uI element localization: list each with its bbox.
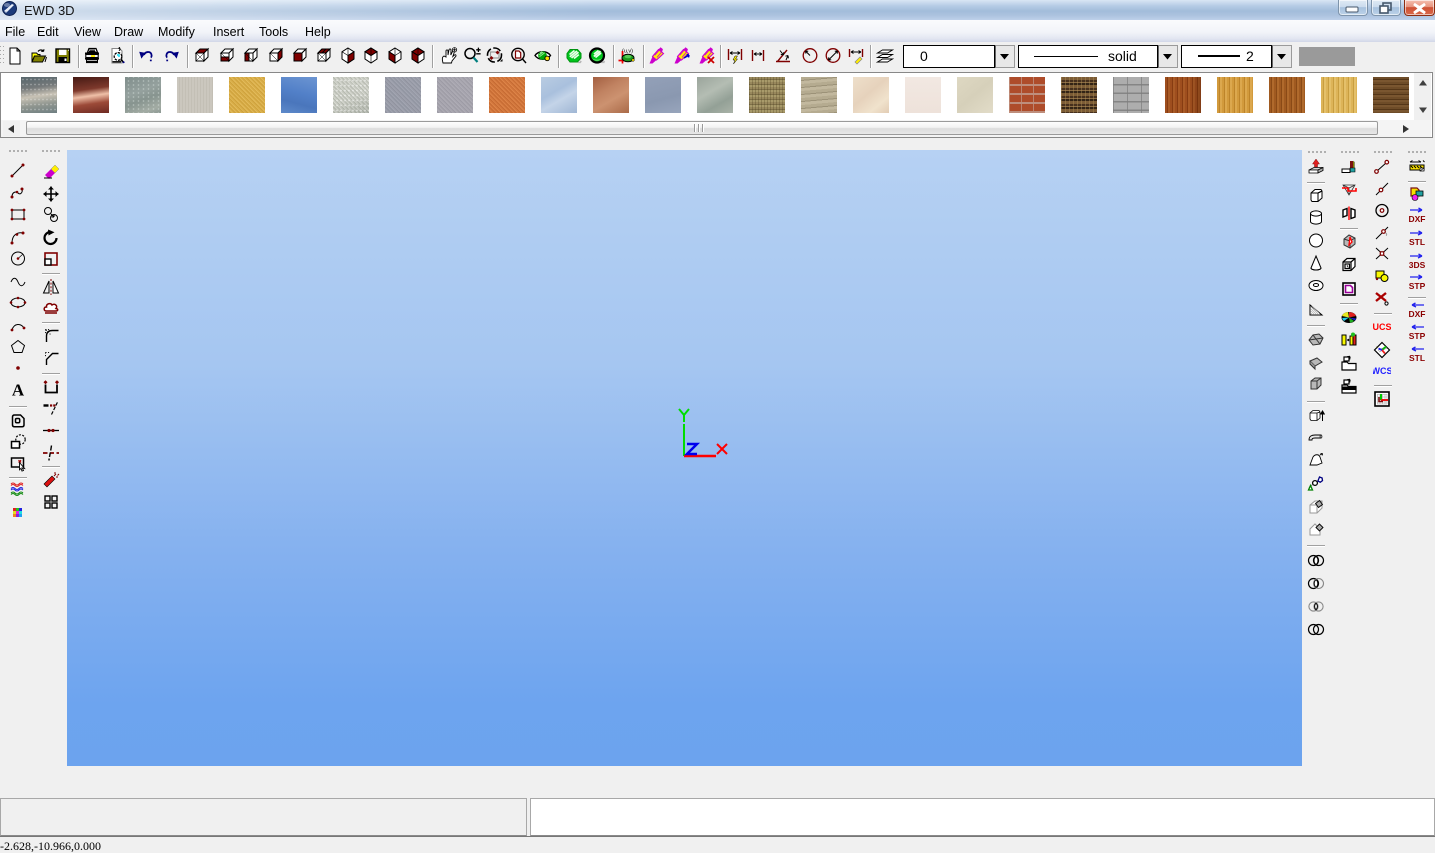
svg-text:STP: STP xyxy=(1409,331,1426,341)
svg-text:STL: STL xyxy=(1409,237,1425,247)
svg-text:3DS: 3DS xyxy=(1409,260,1426,270)
svg-text:(u,v): (u,v) xyxy=(622,49,633,55)
svg-text:UCS: UCS xyxy=(1373,322,1391,332)
svg-text:DXF: DXF xyxy=(1409,214,1426,224)
svg-text:WCS: WCS xyxy=(1373,366,1391,376)
svg-text:STP: STP xyxy=(1409,281,1426,291)
svg-text:STL: STL xyxy=(1409,353,1425,363)
svg-text:DXF: DXF xyxy=(1409,309,1426,319)
svg-text:A: A xyxy=(12,381,25,399)
